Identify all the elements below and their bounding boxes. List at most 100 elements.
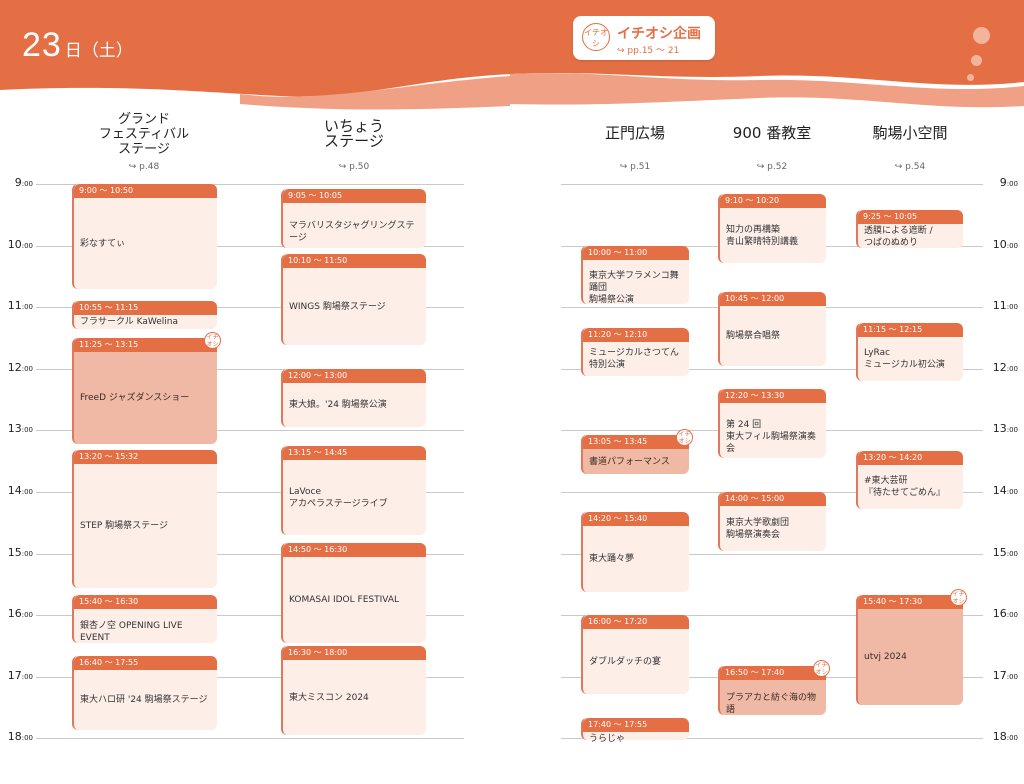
event-time: 16:50 ～ 17:40 xyxy=(720,666,826,680)
decor-dot-small xyxy=(967,74,974,81)
event-block[interactable]: 13:20 ～ 15:32 STEP 駒場祭ステージ xyxy=(72,450,217,588)
event-block[interactable]: 10:45 ～ 12:00 駒場祭合唱祭 xyxy=(718,292,826,366)
event-block[interactable]: 17:40 ～ 17:55 うらじゃ xyxy=(581,718,689,744)
ichioshi-icon: イチオシ xyxy=(582,23,610,51)
column-header-grand: グランド フェスティバル ステージ xyxy=(98,112,190,157)
event-title: utvj 2024 xyxy=(864,652,907,662)
event-block[interactable]: 16:30 ～ 18:00 東大ミスコン 2024 xyxy=(281,646,426,735)
hour-label-left: 13:00 xyxy=(7,422,33,435)
hour-label-left: 17:00 xyxy=(7,669,33,682)
event-title: 駒場祭合唱祭 xyxy=(726,331,781,341)
event-block[interactable]: 14:20 ～ 15:40 東大踊々夢 xyxy=(581,512,689,592)
column-page-ref-grand[interactable]: ↪ p.48 xyxy=(104,162,184,172)
event-time: 13:20 ～ 14:20 xyxy=(858,451,963,465)
event-title: プラアカと紡ぐ海の物語 xyxy=(726,692,817,715)
event-block[interactable]: 14:50 ～ 16:30 KOMASAI IDOL FESTIVAL xyxy=(281,543,426,643)
event-title: LyRac ミュージカル初公演 xyxy=(864,348,945,370)
decor-dot-medium xyxy=(971,55,982,66)
event-title: 東大娘。'24 駒場祭公演 xyxy=(289,400,387,410)
hour-line-left xyxy=(36,738,464,739)
event-time: 11:25 ～ 13:15 xyxy=(74,338,217,352)
hour-label-left: 12:00 xyxy=(7,361,33,374)
column-page-ref-komaba[interactable]: ↪ p.54 xyxy=(870,162,950,172)
column-page-ref-icho[interactable]: ↪ p.50 xyxy=(314,162,394,172)
event-time: 10:10 ～ 11:50 xyxy=(283,254,426,268)
event-time: 16:00 ～ 17:20 xyxy=(583,615,689,629)
column-page-ref-room900[interactable]: ↪ p.52 xyxy=(732,162,812,172)
ichioshi-mark-icon: イチオシ xyxy=(813,660,830,677)
event-title: FreeD ジャズダンスショー xyxy=(80,393,190,403)
event-title: ダブルダッチの宴 xyxy=(589,656,662,667)
event-block[interactable]: 10:10 ～ 11:50 WINGS 駒場祭ステージ xyxy=(281,254,426,345)
ichioshi-pages: ↪ pp.15 ～ 21 xyxy=(617,46,680,56)
event-block[interactable]: 12:20 ～ 13:30 第 24 回 東大フィル駒場祭演奏会 xyxy=(718,389,826,458)
hour-label-right: 11:00 xyxy=(992,299,1018,312)
event-block[interactable]: 9:05 ～ 10:05 マラバリスタジャグリングステージ xyxy=(281,189,426,248)
hour-label-right: 10:00 xyxy=(992,238,1018,251)
event-time: 14:20 ～ 15:40 xyxy=(583,512,689,526)
event-block[interactable]: 13:20 ～ 14:20 #東大芸研 『待たせてごめん』 xyxy=(856,451,963,509)
event-block[interactable]: 9:25 ～ 10:05 透膜による遮断 / つばのぬめり xyxy=(856,210,963,248)
hour-label-right: 18:00 xyxy=(992,730,1018,743)
event-time: 11:20 ～ 12:10 xyxy=(583,328,689,342)
ichioshi-title: イチオシ企画 xyxy=(617,26,701,42)
event-block[interactable]: 13:15 ～ 14:45 LaVoce アカペラステージライブ xyxy=(281,446,426,535)
event-block[interactable]: 16:00 ～ 17:20 ダブルダッチの宴 xyxy=(581,615,689,694)
event-title: 彩なすてぃ xyxy=(80,238,126,249)
event-time: 11:15 ～ 12:15 xyxy=(858,323,963,337)
event-title: 東大踊々夢 xyxy=(589,554,635,564)
event-block[interactable]: 15:40 ～ 17:30 utvj 2024 xyxy=(856,595,963,705)
event-time: 10:00 ～ 11:00 xyxy=(583,246,689,260)
event-time: 15:40 ～ 17:30 xyxy=(858,595,963,609)
header-wave-background xyxy=(0,0,1024,110)
event-block[interactable]: 13:05 ～ 13:45 書道パフォーマンス xyxy=(581,435,689,474)
ichioshi-mark-icon: イチオシ xyxy=(676,429,693,446)
hour-label-right: 15:00 xyxy=(992,546,1018,559)
event-time: 9:25 ～ 10:05 xyxy=(858,210,963,224)
event-time: 14:00 ～ 15:00 xyxy=(720,492,826,506)
event-time: 9:05 ～ 10:05 xyxy=(283,189,426,203)
event-block[interactable]: 11:25 ～ 13:15 FreeD ジャズダンスショー xyxy=(72,338,217,444)
event-block[interactable]: 10:55 ～ 11:15 フラサークル KaWelina xyxy=(72,301,217,329)
hour-label-left: 16:00 xyxy=(7,607,33,620)
event-block[interactable]: 9:00 ～ 10:50 彩なすてぃ xyxy=(72,184,217,289)
column-page-ref-seimon[interactable]: ↪ p.51 xyxy=(595,162,675,172)
event-title: 第 24 回 東大フィル駒場祭演奏会 xyxy=(726,419,816,454)
hour-label-left: 15:00 xyxy=(7,546,33,559)
event-block[interactable]: 15:40 ～ 16:30 銀杏ノ空 OPENING LIVE EVENT xyxy=(72,595,217,643)
event-time: 9:10 ～ 10:20 xyxy=(720,194,826,208)
event-time: 14:50 ～ 16:30 xyxy=(283,543,426,557)
event-time: 16:30 ～ 18:00 xyxy=(283,646,426,660)
event-title: 銀杏ノ空 OPENING LIVE EVENT xyxy=(80,621,183,643)
event-title: うらじゃ xyxy=(589,734,626,744)
event-title: フラサークル KaWelina xyxy=(80,317,178,327)
event-title: #東大芸研 『待たせてごめん』 xyxy=(864,476,946,498)
hour-label-left: 10:00 xyxy=(7,238,33,251)
event-block[interactable]: 10:00 ～ 11:00 東京大学フラメンコ舞踊団 駒場祭公演 xyxy=(581,246,689,305)
hour-label-right: 17:00 xyxy=(992,669,1018,682)
event-block[interactable]: 14:00 ～ 15:00 東京大学歌劇団 駒場祭演奏会 xyxy=(718,492,826,551)
event-block[interactable]: 9:10 ～ 10:20 知力の再構築 青山繁晴特別講義 xyxy=(718,194,826,263)
event-block[interactable]: 12:00 ～ 13:00 東大娘。'24 駒場祭公演 xyxy=(281,369,426,427)
column-header-room900: 900 番教室 xyxy=(732,124,812,142)
event-time: 13:20 ～ 15:32 xyxy=(74,450,217,464)
event-block[interactable]: 16:50 ～ 17:40 プラアカと紡ぐ海の物語 xyxy=(718,666,826,715)
ichioshi-badge[interactable]: イチオシ イチオシ企画 ↪ pp.15 ～ 21 xyxy=(573,16,715,60)
decor-dot-large xyxy=(973,27,990,44)
event-time: 13:15 ～ 14:45 xyxy=(283,446,426,460)
event-time: 17:40 ～ 17:55 xyxy=(583,718,689,732)
hour-label-right: 13:00 xyxy=(992,422,1018,435)
event-block[interactable]: 11:20 ～ 12:10 ミュージカルさつてん 特別公演 xyxy=(581,328,689,376)
hour-label-left: 18:00 xyxy=(7,730,33,743)
column-header-seimon: 正門広場 xyxy=(604,124,665,142)
ichioshi-mark-icon: イチオシ xyxy=(950,589,967,606)
event-block[interactable]: 11:15 ～ 12:15 LyRac ミュージカル初公演 xyxy=(856,323,963,381)
day-suffix: 日（土） xyxy=(64,41,133,60)
ichioshi-mark-icon: イチオシ xyxy=(204,332,221,349)
event-time: 15:40 ～ 16:30 xyxy=(74,595,217,609)
event-time: 12:20 ～ 13:30 xyxy=(720,389,826,403)
event-title: 東京大学フラメンコ舞踊団 駒場祭公演 xyxy=(589,271,679,305)
event-block[interactable]: 16:40 ～ 17:55 東大ハロ研 '24 駒場祭ステージ xyxy=(72,656,217,730)
event-time: 16:40 ～ 17:55 xyxy=(74,656,217,670)
event-time: 12:00 ～ 13:00 xyxy=(283,369,426,383)
